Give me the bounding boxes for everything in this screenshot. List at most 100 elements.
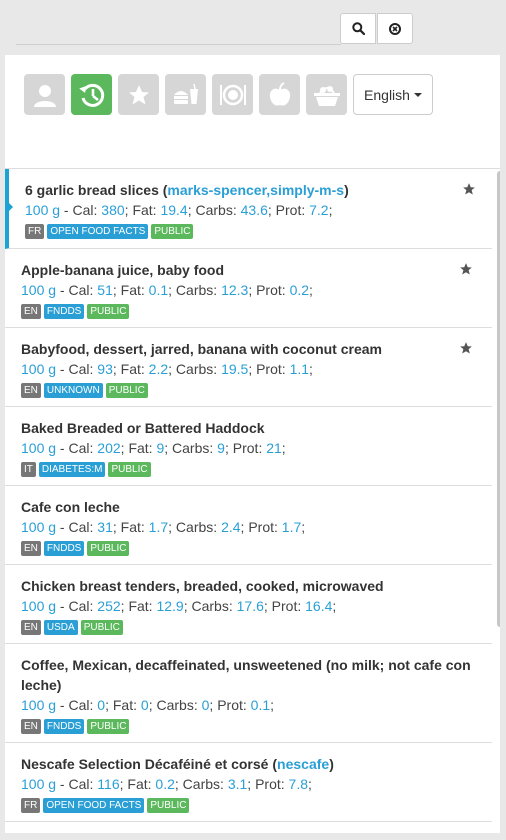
- cal-label: Cal: [68, 361, 90, 377]
- category-history-button[interactable]: [71, 74, 112, 115]
- carbs-label: Carbs: [172, 440, 210, 456]
- food-list-item[interactable]: Babyfood, dessert, jarred, banana with c…: [5, 328, 492, 407]
- food-badges: EN FNDDS PUBLIC: [21, 304, 130, 319]
- fat-value: 1.7: [148, 519, 169, 535]
- public-badge: PUBLIC: [87, 719, 130, 734]
- food-list: 6 garlic bread slices (marks-spencer,sim…: [5, 169, 492, 838]
- carbs-label: Carbs: [195, 202, 233, 218]
- prot-label: Prot: [256, 282, 282, 298]
- fat-value: 0.2: [155, 776, 175, 792]
- cal-label: Cal: [68, 697, 90, 713]
- quantity: 100 g: [21, 697, 57, 713]
- user-icon: [33, 84, 56, 107]
- food-list-item[interactable]: Apple-banana juice, baby food 100 g - Ca…: [5, 249, 492, 328]
- prot-value: 0.1: [250, 697, 271, 713]
- search-button[interactable]: [340, 13, 376, 44]
- bottom-edge: [0, 833, 506, 840]
- food-list-item[interactable]: 6 garlic bread slices (marks-spencer,sim…: [5, 169, 492, 249]
- food-name: Baked Breaded or Battered Haddock: [21, 420, 265, 436]
- food-list-item[interactable]: Cafe con leche 100 g - Cal: 31; Fat: 1.7…: [5, 486, 492, 565]
- prot-value: 21: [266, 440, 282, 456]
- close-circle-icon: [389, 22, 401, 35]
- quantity: 100 g: [21, 440, 57, 456]
- nutrition-summary: 100 g - Cal: 31; Fat: 1.7; Carbs: 2.4; P…: [21, 519, 306, 535]
- carbs-value: 0: [201, 697, 210, 713]
- public-badge: PUBLIC: [151, 224, 194, 239]
- cal-value: 93: [97, 361, 113, 377]
- category-dish-button[interactable]: [212, 74, 253, 115]
- cal-label: Cal: [68, 519, 90, 535]
- fat-value: 0: [140, 697, 149, 713]
- food-name: Cafe con leche: [21, 499, 120, 515]
- cal-value: 31: [97, 519, 113, 535]
- search-underline: [16, 44, 341, 45]
- star-icon[interactable]: [459, 341, 473, 355]
- fat-label: Fat: [127, 776, 148, 792]
- search-icon: [351, 22, 365, 35]
- clear-search-button[interactable]: [377, 13, 413, 44]
- public-badge: PUBLIC: [105, 383, 148, 398]
- language-selected-label: English: [364, 86, 410, 103]
- food-brand-link[interactable]: marks-spencer,simply-m-s: [167, 182, 344, 198]
- food-name: Nescafe Selection Décaféiné et corsé (ne…: [21, 756, 334, 772]
- carbs-label: Carbs: [182, 776, 221, 792]
- apple-icon: [269, 81, 290, 106]
- category-favorites-button[interactable]: [118, 74, 159, 115]
- category-fastfood-button[interactable]: [165, 74, 206, 115]
- carbs-value: 12.3: [221, 282, 249, 298]
- fat-label: Fat: [112, 697, 134, 713]
- category-fruit-button[interactable]: [259, 74, 300, 115]
- prot-value: 1.7: [281, 519, 302, 535]
- food-list-item[interactable]: Nescafe Selection Décaféiné et corsé (ne…: [5, 743, 492, 822]
- carbs-label: Carbs: [175, 519, 214, 535]
- fat-value: 19.4: [160, 202, 188, 218]
- cal-label: Cal: [68, 282, 90, 298]
- nutrition-summary: 100 g - Cal: 93; Fat: 2.2; Carbs: 19.5; …: [21, 361, 313, 377]
- food-search-panel: English 6 garlic bread slices (marks-spe…: [5, 2, 500, 838]
- food-name: Coffee, Mexican, decaffeinated, unsweete…: [21, 657, 471, 693]
- food-list-item[interactable]: Coffee, Mexican, decaffeinated, unsweete…: [5, 644, 492, 743]
- source-badge: FNDDS: [43, 304, 85, 319]
- food-badges: FR OPEN FOOD FACTS PUBLIC: [25, 224, 194, 239]
- carbs-value: 17.6: [236, 598, 264, 614]
- quantity: 100 g: [25, 202, 61, 218]
- prot-label: Prot: [217, 697, 243, 713]
- history-icon: [78, 83, 104, 107]
- nutrition-summary: 100 g - Cal: 202; Fat: 9; Carbs: 9; Prot…: [21, 440, 286, 456]
- food-badges: FR OPEN FOOD FACTS PUBLIC: [21, 798, 190, 813]
- scrollbar-thumb[interactable]: [497, 171, 500, 627]
- cal-label: Cal: [68, 776, 90, 792]
- food-brand-link[interactable]: nescafe: [277, 756, 329, 772]
- cal-label: Cal: [68, 598, 90, 614]
- food-list-item[interactable]: Chicken breast tenders, breaded, cooked,…: [5, 565, 492, 644]
- category-user-button[interactable]: [24, 74, 65, 115]
- search-input[interactable]: [16, 13, 342, 45]
- cal-value: 116: [97, 776, 120, 792]
- nutrition-summary: 100 g - Cal: 0; Fat: 0; Carbs: 0; Prot: …: [21, 697, 275, 713]
- prot-label: Prot: [256, 361, 282, 377]
- fastfood-icon: [173, 83, 198, 104]
- language-dropdown[interactable]: English: [353, 74, 433, 115]
- food-badges: EN UNKNOWN PUBLIC: [21, 383, 148, 398]
- fat-value: 12.9: [156, 598, 184, 614]
- carbs-value: 9: [217, 440, 225, 456]
- public-badge: PUBLIC: [108, 462, 151, 477]
- food-name-text: Nescafe Selection Décaféiné et corsé: [21, 756, 269, 772]
- language-badge: EN: [21, 719, 41, 734]
- fat-value: 9: [156, 440, 165, 456]
- star-icon: [128, 84, 149, 104]
- star-icon[interactable]: [462, 182, 476, 196]
- search-bar: [5, 2, 500, 55]
- food-list-item[interactable]: Baked Breaded or Battered Haddock 100 g …: [5, 407, 492, 486]
- star-icon[interactable]: [459, 262, 473, 276]
- prot-label: Prot: [248, 519, 274, 535]
- quantity: 100 g: [21, 361, 57, 377]
- prot-label: Prot: [255, 776, 281, 792]
- fat-label: Fat: [120, 519, 141, 535]
- source-badge: OPEN FOOD FACTS: [43, 798, 145, 813]
- food-badges: EN FNDDS PUBLIC: [21, 541, 130, 556]
- food-name: Babyfood, dessert, jarred, banana with c…: [21, 341, 382, 357]
- source-badge: DIABETES:M: [38, 462, 106, 477]
- category-basket-button[interactable]: [306, 74, 347, 115]
- cal-value: 252: [97, 598, 121, 614]
